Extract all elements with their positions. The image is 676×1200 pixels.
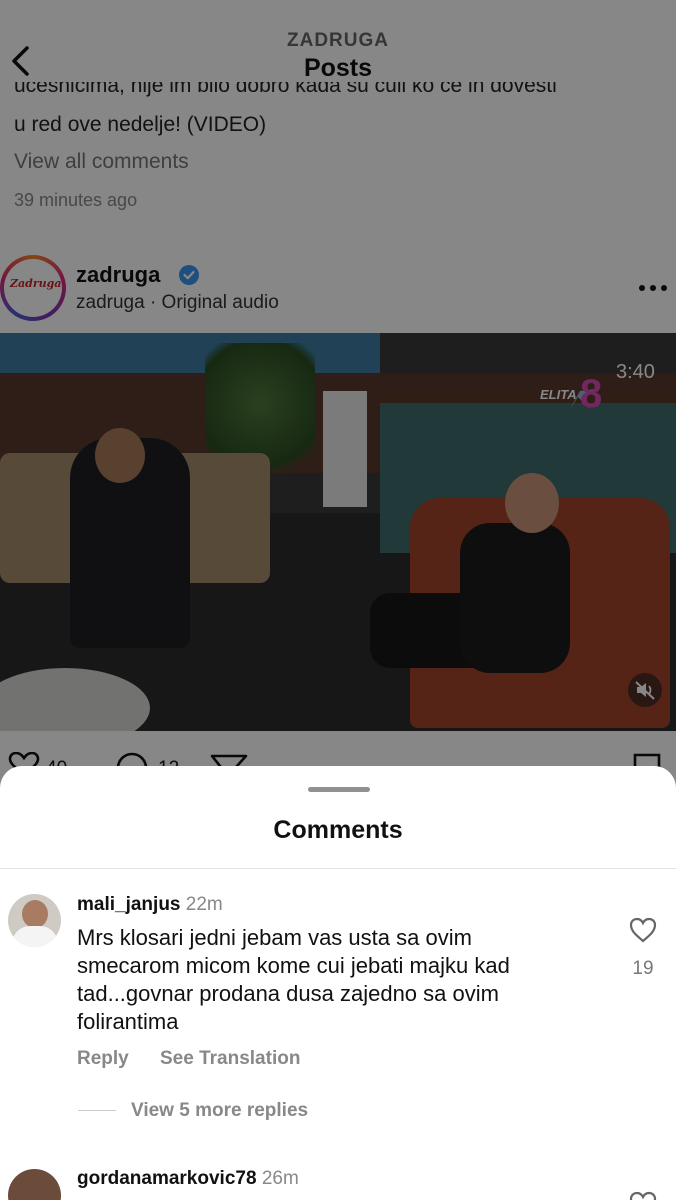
comments-title: Comments <box>273 816 403 844</box>
comment-like-heart-icon[interactable] <box>628 1190 658 1200</box>
view-all-comments-link[interactable]: View all comments <box>14 150 189 174</box>
comment-like-heart-icon[interactable] <box>628 916 658 944</box>
comment-username[interactable]: gordanamarkovic78 26m <box>77 1168 299 1190</box>
original-audio-link[interactable]: zadruga · Original audio <box>76 292 279 314</box>
view-more-replies-button[interactable]: View 5 more replies <box>131 1100 308 1122</box>
page-title: Posts <box>303 54 373 82</box>
more-options-icon[interactable] <box>638 284 668 292</box>
video-scene-person-left-head <box>95 428 145 483</box>
video-scene-wall <box>0 333 380 373</box>
comment-time: 26m <box>261 1168 299 1189</box>
comment-like-count: 19 <box>632 958 654 979</box>
account-name[interactable]: zadruga <box>76 262 160 288</box>
sheet-divider <box>0 868 676 869</box>
sheet-drag-handle[interactable] <box>308 787 370 792</box>
comment-avatar[interactable] <box>8 1169 61 1200</box>
header-account: ZADRUGA <box>287 30 389 51</box>
verified-badge-icon <box>179 265 199 285</box>
post-video[interactable]: ELITA 8 3:40 <box>0 333 676 731</box>
top-header: ZADRUGA Posts <box>0 0 676 92</box>
video-scene-person-right <box>460 523 570 673</box>
see-translation-button[interactable]: See Translation <box>160 1048 300 1070</box>
comment-time: 22m <box>185 894 223 915</box>
replies-divider-line <box>78 1110 116 1111</box>
reply-button[interactable]: Reply <box>77 1048 129 1070</box>
video-scene-person-right-head <box>505 473 559 533</box>
comment-username-text[interactable]: mali_janjus <box>77 894 181 915</box>
comment-username-text[interactable]: gordanamarkovic78 <box>77 1168 257 1189</box>
previous-caption-line1: ucesnicima, nije im bilo dobro kada su c… <box>14 82 557 97</box>
account-avatar[interactable]: Zadruga <box>0 255 66 321</box>
video-duration: 3:40 <box>616 361 655 383</box>
comment-avatar[interactable] <box>8 894 61 947</box>
comment-username[interactable]: mali_janjus 22m <box>77 894 223 916</box>
elita-logo-icon: ELITA 8 <box>540 372 602 413</box>
comments-sheet: Comments mali_janjus 22m Mrs klosari jed… <box>0 766 676 1200</box>
elita-logo-text: ELITA <box>540 387 577 402</box>
video-scene-water-cooler <box>323 391 367 507</box>
elita-logo-number: 8 <box>580 372 602 413</box>
comment-text: Mrs klosari jedni jebam vas usta sa ovim… <box>77 925 510 1034</box>
previous-caption-line2: u red ove nedelje! (VIDEO) <box>14 113 267 136</box>
mute-icon[interactable] <box>628 673 662 707</box>
post-timestamp: 39 minutes ago <box>14 190 138 210</box>
avatar-logo: Zadruga <box>10 277 62 290</box>
